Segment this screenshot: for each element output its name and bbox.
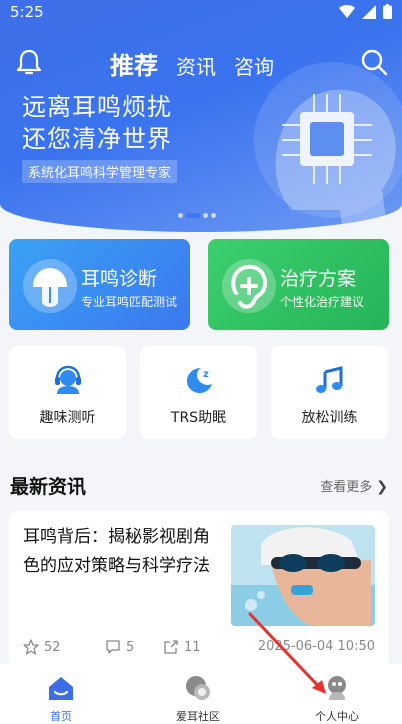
search-icon[interactable] [360, 48, 388, 76]
bell-icon[interactable] [16, 48, 42, 76]
home-icon [49, 677, 73, 700]
treatment-subtitle: 个性化治疗建议 [280, 295, 365, 309]
music-note-icon [316, 366, 343, 393]
treatment-plan-card[interactable]: 治疗方案 个性化治疗建议 [208, 239, 389, 330]
news-card[interactable]: 耳鸣背后：揭秘影视剧角色的应对策略与科学疗法 52 5 11 2025-06-0… [9, 511, 389, 671]
tinnitus-diagnosis-card[interactable]: 耳鸣诊断 专业耳鸣匹配测试 [9, 239, 190, 330]
hero-banner[interactable]: 5:25 推荐 资讯 咨询 远离耳鸣烦扰 还您清净世界 系统化耳鸣科学管理专家 [0, 0, 402, 232]
chat-bubbles-icon [186, 676, 210, 700]
star-icon [23, 639, 39, 655]
news-title: 耳鸣背后：揭秘影视剧角色的应对策略与科学疗法 [23, 527, 210, 576]
tab-home-label: 首页 [50, 710, 72, 723]
comment-icon [106, 640, 120, 654]
status-bar: 5:25 [0, 0, 402, 26]
news-date: 2025-06-04 10:50 [257, 639, 375, 654]
section-title: 最新资讯 [10, 476, 87, 498]
bottom-tab-bar: 首页 爱耳社区 个人中心 [0, 664, 402, 724]
carousel-dot [203, 213, 208, 218]
like-count-value: 52 [44, 639, 61, 655]
wifi-icon [339, 4, 355, 18]
status-time: 5:25 [10, 3, 44, 21]
system-icons [339, 4, 392, 19]
relax-training-label: 放松训练 [301, 410, 358, 426]
ear-plus-icon [222, 259, 276, 313]
relax-training-shortcut[interactable]: 放松训练 [271, 346, 388, 439]
brain-chip-illustration [254, 62, 402, 225]
diagnosis-title: 耳鸣诊断 [81, 268, 158, 290]
tab-recommend[interactable]: 推荐 [110, 46, 158, 81]
treatment-title: 治疗方案 [280, 268, 357, 290]
like-count[interactable]: 52 [23, 639, 61, 655]
news-meta: 52 5 11 2025-06-04 10:50 [23, 639, 375, 659]
profile-icon [328, 676, 346, 700]
view-more-link[interactable]: 查看更多 ❯ [320, 476, 388, 495]
share-count-value: 11 [184, 639, 201, 655]
hearing-test-label: 趣味测听 [39, 410, 96, 426]
news-thumbnail-swimmer [231, 525, 375, 626]
carousel-dot-active [186, 213, 200, 218]
share-icon [164, 640, 178, 654]
hearing-test-shortcut[interactable]: 趣味测听 [9, 346, 126, 439]
tab-profile-label: 个人中心 [315, 710, 359, 723]
carousel-indicator [178, 213, 216, 218]
comment-count[interactable]: 5 [105, 639, 134, 655]
battery-icon [383, 4, 392, 19]
view-more-label: 查看更多 [320, 480, 373, 495]
comment-count-value: 5 [126, 639, 135, 655]
tab-news[interactable]: 资讯 [176, 51, 216, 80]
carousel-dot [211, 213, 216, 218]
top-tabs: 推荐 资讯 咨询 [110, 46, 274, 81]
headset-icon [55, 365, 81, 394]
tab-profile[interactable]: 个人中心 [270, 664, 402, 724]
banner-headline-2: 还您清净世界 [22, 125, 172, 153]
carousel-dot [178, 213, 183, 218]
diagnosis-subtitle: 专业耳鸣匹配测试 [81, 295, 178, 309]
svg-text:z: z [203, 369, 209, 380]
ear-diagnosis-icon [23, 259, 77, 313]
tab-community[interactable]: 爱耳社区 [131, 664, 265, 724]
signal-icon [362, 4, 376, 19]
trs-sleep-label: TRS助眠 [170, 410, 227, 426]
moon-icon: z [187, 368, 212, 393]
banner-text: 远离耳鸣烦扰 还您清净世界 系统化耳鸣科学管理专家 [22, 92, 178, 183]
tab-community-label: 爱耳社区 [176, 710, 220, 723]
tab-home[interactable]: 首页 [0, 664, 128, 724]
banner-subtitle: 系统化耳鸣科学管理专家 [22, 160, 178, 183]
share-count[interactable]: 11 [163, 639, 201, 655]
tab-consult[interactable]: 咨询 [234, 51, 274, 80]
news-section-header: 最新资讯 查看更多 ❯ [10, 472, 390, 498]
trs-sleep-shortcut[interactable]: z TRS助眠 [140, 346, 257, 439]
top-nav: 推荐 资讯 咨询 [0, 44, 402, 84]
chevron-right-icon: ❯ [376, 479, 388, 495]
banner-headline-1: 远离耳鸣烦扰 [22, 93, 172, 121]
